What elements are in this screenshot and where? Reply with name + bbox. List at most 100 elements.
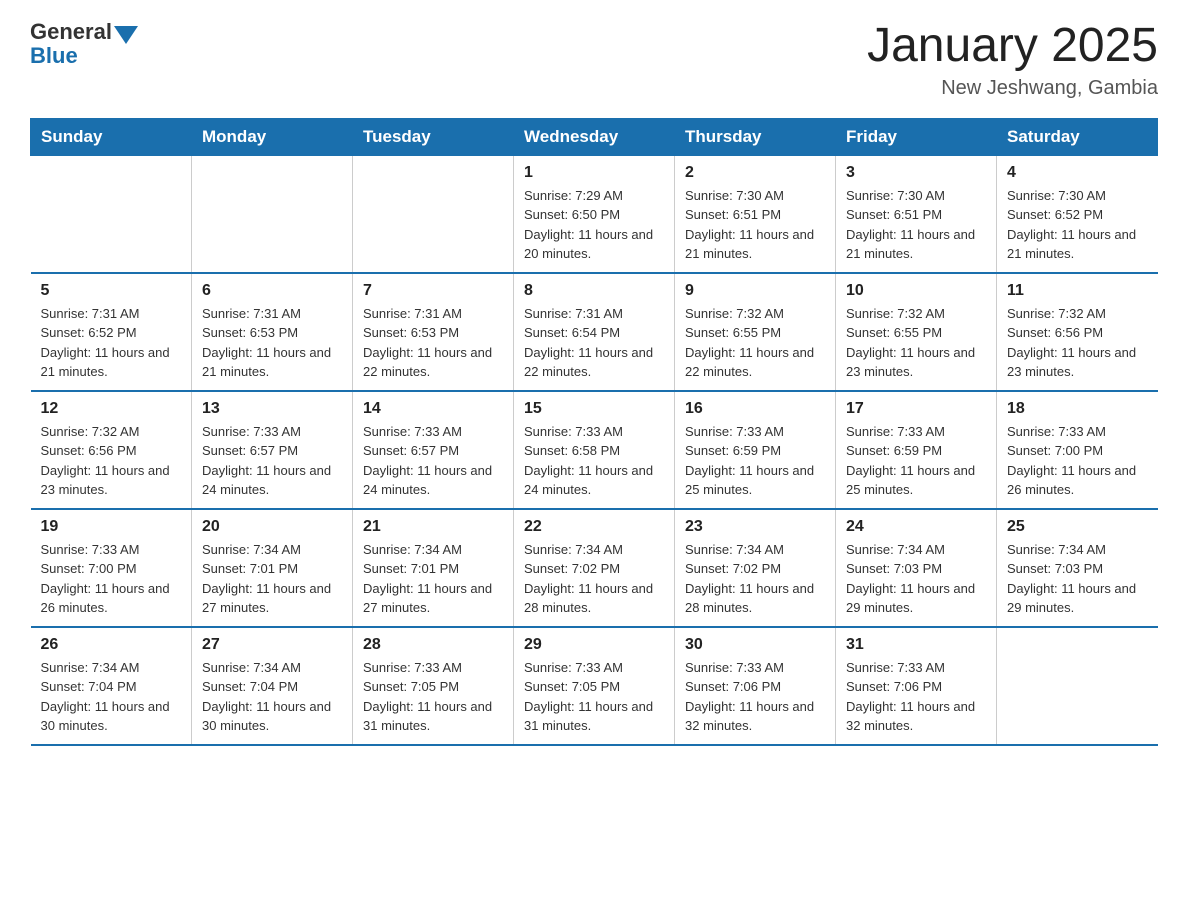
logo: General Blue <box>30 20 138 68</box>
day-info: Sunrise: 7:33 AM Sunset: 6:59 PM Dayligh… <box>846 422 986 500</box>
day-number: 15 <box>524 400 664 418</box>
week-row-4: 19 Sunrise: 7:33 AM Sunset: 7:00 PM Dayli… <box>31 509 1158 627</box>
week-row-5: 26Sunrise: 7:34 AM Sunset: 7:04 PM Dayli… <box>31 627 1158 745</box>
day-number: 4 <box>1007 164 1148 182</box>
day-cell: 9 Sunrise: 7:32 AM Sunset: 6:55 PM Daylig… <box>675 273 836 391</box>
page-header: General Blue January 2025 New Jeshwang, … <box>30 20 1158 100</box>
day-number: 9 <box>685 282 825 300</box>
day-cell <box>192 155 353 273</box>
day-info: Sunrise: 7:34 AM Sunset: 7:02 PM Dayligh… <box>685 540 825 618</box>
day-number: 24 <box>846 518 986 536</box>
day-number: 16 <box>685 400 825 418</box>
day-info: Sunrise: 7:33 AM Sunset: 6:59 PM Dayligh… <box>685 422 825 500</box>
day-info: Sunrise: 7:33 AM Sunset: 7:06 PM Dayligh… <box>846 658 986 736</box>
day-cell: 4Sunrise: 7:30 AM Sunset: 6:52 PM Daylig… <box>997 155 1158 273</box>
header-tuesday: Tuesday <box>353 118 514 155</box>
day-number: 11 <box>1007 282 1148 300</box>
day-cell: 26Sunrise: 7:34 AM Sunset: 7:04 PM Dayli… <box>31 627 192 745</box>
day-number: 10 <box>846 282 986 300</box>
header-wednesday: Wednesday <box>514 118 675 155</box>
day-cell: 5 Sunrise: 7:31 AM Sunset: 6:52 PM Daylig… <box>31 273 192 391</box>
day-cell: 16 Sunrise: 7:33 AM Sunset: 6:59 PM Dayli… <box>675 391 836 509</box>
day-info: Sunrise: 7:32 AM Sunset: 6:55 PM Dayligh… <box>685 304 825 382</box>
day-cell: 7 Sunrise: 7:31 AM Sunset: 6:53 PM Daylig… <box>353 273 514 391</box>
day-info: Sunrise: 7:33 AM Sunset: 7:00 PM Dayligh… <box>1007 422 1148 500</box>
day-info: Sunrise: 7:34 AM Sunset: 7:03 PM Dayligh… <box>846 540 986 618</box>
day-number: 3 <box>846 164 986 182</box>
logo-blue: Blue <box>30 43 78 68</box>
day-cell: 3 Sunrise: 7:30 AM Sunset: 6:51 PM Daylig… <box>836 155 997 273</box>
day-number: 21 <box>363 518 503 536</box>
day-info: Sunrise: 7:32 AM Sunset: 6:56 PM Dayligh… <box>41 422 182 500</box>
logo-triangle-icon <box>114 26 138 44</box>
day-number: 18 <box>1007 400 1148 418</box>
day-info: Sunrise: 7:31 AM Sunset: 6:53 PM Dayligh… <box>363 304 503 382</box>
day-number: 5 <box>41 282 182 300</box>
day-cell: 25 Sunrise: 7:34 AM Sunset: 7:03 PM Dayli… <box>997 509 1158 627</box>
week-row-2: 5 Sunrise: 7:31 AM Sunset: 6:52 PM Daylig… <box>31 273 1158 391</box>
day-info: Sunrise: 7:34 AM Sunset: 7:04 PM Dayligh… <box>202 658 342 736</box>
day-cell: 21 Sunrise: 7:34 AM Sunset: 7:01 PM Dayli… <box>353 509 514 627</box>
day-cell: 8Sunrise: 7:31 AM Sunset: 6:54 PM Daylig… <box>514 273 675 391</box>
day-info: Sunrise: 7:31 AM Sunset: 6:53 PM Dayligh… <box>202 304 342 382</box>
day-cell: 31 Sunrise: 7:33 AM Sunset: 7:06 PM Dayli… <box>836 627 997 745</box>
day-number: 14 <box>363 400 503 418</box>
day-info: Sunrise: 7:33 AM Sunset: 7:05 PM Dayligh… <box>524 658 664 736</box>
day-cell: 6 Sunrise: 7:31 AM Sunset: 6:53 PM Daylig… <box>192 273 353 391</box>
day-cell: 14 Sunrise: 7:33 AM Sunset: 6:57 PM Dayli… <box>353 391 514 509</box>
week-row-3: 12Sunrise: 7:32 AM Sunset: 6:56 PM Dayli… <box>31 391 1158 509</box>
day-info: Sunrise: 7:31 AM Sunset: 6:52 PM Dayligh… <box>41 304 182 382</box>
day-number: 31 <box>846 636 986 654</box>
day-cell: 29Sunrise: 7:33 AM Sunset: 7:05 PM Dayli… <box>514 627 675 745</box>
day-cell: 22 Sunrise: 7:34 AM Sunset: 7:02 PM Dayli… <box>514 509 675 627</box>
day-info: Sunrise: 7:30 AM Sunset: 6:51 PM Dayligh… <box>685 186 825 264</box>
day-cell <box>353 155 514 273</box>
day-number: 25 <box>1007 518 1148 536</box>
day-cell <box>997 627 1158 745</box>
day-number: 30 <box>685 636 825 654</box>
calendar-table: SundayMondayTuesdayWednesdayThursdayFrid… <box>30 118 1158 746</box>
day-cell: 20 Sunrise: 7:34 AM Sunset: 7:01 PM Dayli… <box>192 509 353 627</box>
day-cell: 12Sunrise: 7:32 AM Sunset: 6:56 PM Dayli… <box>31 391 192 509</box>
day-number: 17 <box>846 400 986 418</box>
day-info: Sunrise: 7:34 AM Sunset: 7:03 PM Dayligh… <box>1007 540 1148 618</box>
day-info: Sunrise: 7:34 AM Sunset: 7:01 PM Dayligh… <box>363 540 503 618</box>
day-cell: 13 Sunrise: 7:33 AM Sunset: 6:57 PM Dayli… <box>192 391 353 509</box>
day-info: Sunrise: 7:34 AM Sunset: 7:01 PM Dayligh… <box>202 540 342 618</box>
day-info: Sunrise: 7:34 AM Sunset: 7:02 PM Dayligh… <box>524 540 664 618</box>
day-number: 28 <box>363 636 503 654</box>
day-info: Sunrise: 7:33 AM Sunset: 6:58 PM Dayligh… <box>524 422 664 500</box>
day-number: 6 <box>202 282 342 300</box>
header-sunday: Sunday <box>31 118 192 155</box>
header-thursday: Thursday <box>675 118 836 155</box>
day-cell: 18 Sunrise: 7:33 AM Sunset: 7:00 PM Dayli… <box>997 391 1158 509</box>
day-number: 13 <box>202 400 342 418</box>
day-info: Sunrise: 7:31 AM Sunset: 6:54 PM Dayligh… <box>524 304 664 382</box>
title-area: January 2025 New Jeshwang, Gambia <box>867 20 1158 100</box>
day-number: 20 <box>202 518 342 536</box>
calendar-title: January 2025 <box>867 20 1158 73</box>
day-info: Sunrise: 7:33 AM Sunset: 7:05 PM Dayligh… <box>363 658 503 736</box>
header-monday: Monday <box>192 118 353 155</box>
day-info: Sunrise: 7:33 AM Sunset: 6:57 PM Dayligh… <box>363 422 503 500</box>
day-cell: 30 Sunrise: 7:33 AM Sunset: 7:06 PM Dayli… <box>675 627 836 745</box>
day-cell: 28 Sunrise: 7:33 AM Sunset: 7:05 PM Dayli… <box>353 627 514 745</box>
day-info: Sunrise: 7:32 AM Sunset: 6:56 PM Dayligh… <box>1007 304 1148 382</box>
day-cell: 23 Sunrise: 7:34 AM Sunset: 7:02 PM Dayli… <box>675 509 836 627</box>
day-info: Sunrise: 7:33 AM Sunset: 7:06 PM Dayligh… <box>685 658 825 736</box>
day-cell <box>31 155 192 273</box>
day-number: 7 <box>363 282 503 300</box>
day-cell: 1Sunrise: 7:29 AM Sunset: 6:50 PM Daylig… <box>514 155 675 273</box>
day-cell: 17 Sunrise: 7:33 AM Sunset: 6:59 PM Dayli… <box>836 391 997 509</box>
day-info: Sunrise: 7:33 AM Sunset: 7:00 PM Dayligh… <box>41 540 182 618</box>
day-cell: 15 Sunrise: 7:33 AM Sunset: 6:58 PM Dayli… <box>514 391 675 509</box>
day-info: Sunrise: 7:34 AM Sunset: 7:04 PM Dayligh… <box>41 658 182 736</box>
day-info: Sunrise: 7:30 AM Sunset: 6:51 PM Dayligh… <box>846 186 986 264</box>
day-info: Sunrise: 7:29 AM Sunset: 6:50 PM Dayligh… <box>524 186 664 264</box>
day-info: Sunrise: 7:33 AM Sunset: 6:57 PM Dayligh… <box>202 422 342 500</box>
day-cell: 24 Sunrise: 7:34 AM Sunset: 7:03 PM Dayli… <box>836 509 997 627</box>
day-number: 19 <box>41 518 182 536</box>
day-cell: 11 Sunrise: 7:32 AM Sunset: 6:56 PM Dayli… <box>997 273 1158 391</box>
day-number: 22 <box>524 518 664 536</box>
day-number: 23 <box>685 518 825 536</box>
